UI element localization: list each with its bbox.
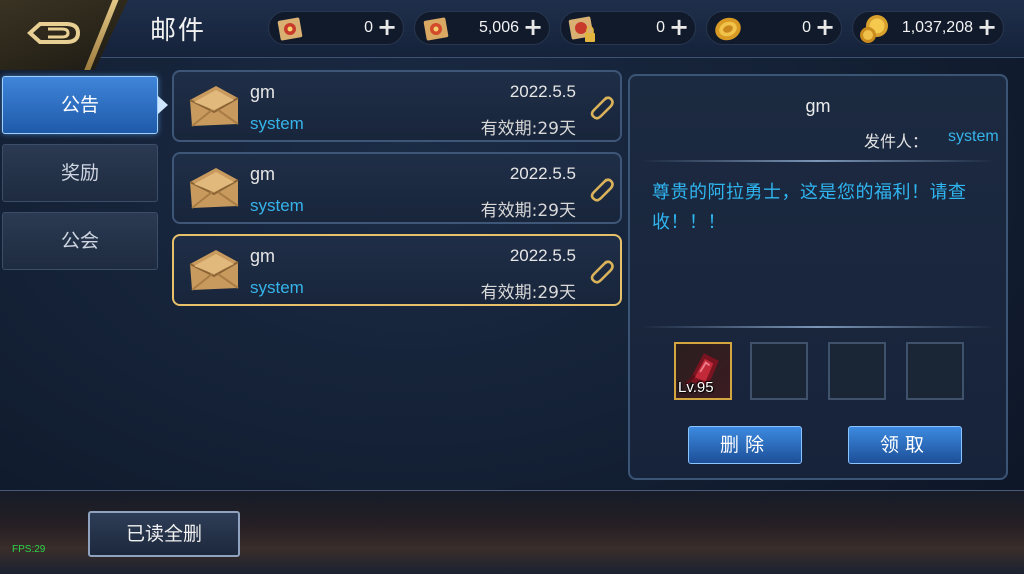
- gold-coins-stack-icon: [860, 15, 888, 43]
- scroll-locked-icon: [568, 16, 595, 42]
- back-button[interactable]: [0, 0, 128, 70]
- add-currency-button[interactable]: +: [813, 15, 837, 40]
- delete-button[interactable]: 删除: [688, 426, 802, 464]
- envelope-icon: [189, 250, 239, 291]
- mail-body: 尊贵的阿拉勇士，这是您的福利！请查收！！！: [652, 182, 967, 233]
- mail-expiry: 有效期:29天: [480, 201, 576, 221]
- active-tab-pointer: [158, 96, 168, 114]
- page-title: 邮件: [150, 16, 207, 46]
- currency-amount: 1,037,208: [901, 19, 973, 36]
- currency-gold-stack: 1,037,208 +: [852, 11, 1004, 45]
- gold-coin-icon: [715, 17, 741, 41]
- mail-expiry: 有效期:29天: [480, 119, 576, 139]
- mail-expiry: 有效期:29天: [480, 283, 576, 303]
- tab-guild[interactable]: 公会: [2, 212, 158, 270]
- mail-sender: gm: [250, 246, 276, 266]
- add-currency-button[interactable]: +: [667, 15, 691, 40]
- mail-item[interactable]: gm system 2022.5.5 有效期:29天: [172, 70, 622, 142]
- mail-detail-panel: gm 发件人： system 尊贵的阿拉勇士，这是您的福利！请查收！！！ Lv.…: [628, 74, 1008, 480]
- mail-sender: gm: [250, 82, 276, 102]
- scroll-orange-icon: [423, 17, 449, 41]
- divider: [640, 326, 996, 328]
- tab-announcement[interactable]: 公告: [2, 76, 158, 134]
- paperclip-icon: [590, 178, 614, 202]
- delete-all-read-button[interactable]: 已读全删: [88, 511, 240, 557]
- attachment-slot[interactable]: Lv.95: [674, 342, 732, 400]
- back-arrow-icon: [27, 22, 81, 44]
- from-label: 发件人：: [864, 132, 929, 151]
- paperclip-icon: [590, 96, 614, 120]
- fps-counter: FPS:29: [12, 544, 46, 555]
- mail-date: 2022.5.5: [509, 164, 576, 183]
- mail-item[interactable]: gm system 2022.5.5 有效期:29天: [172, 152, 622, 224]
- tab-rewards[interactable]: 奖励: [2, 144, 158, 202]
- mail-date: 2022.5.5: [509, 246, 576, 265]
- from-value: system: [948, 128, 999, 145]
- attachment-slot-empty: [828, 342, 886, 400]
- currency-gold-coin: 0 +: [706, 11, 842, 45]
- currency-amount: 0: [802, 19, 811, 36]
- scroll-red-icon: [277, 17, 303, 41]
- mail-sender: gm: [250, 164, 276, 184]
- currency-amount: 0: [656, 19, 665, 36]
- envelope-icon: [189, 168, 239, 209]
- currency-red-scroll: 0 +: [268, 11, 404, 45]
- mail-date: 2022.5.5: [509, 82, 576, 101]
- envelope-icon: [189, 86, 239, 127]
- claim-button[interactable]: 领取: [848, 426, 962, 464]
- mail-subtitle: system: [250, 278, 304, 297]
- detail-sender: gm: [805, 96, 831, 116]
- currency-orange-scroll: 5,006 +: [414, 11, 550, 45]
- currency-locked-scroll: 0 +: [560, 11, 696, 45]
- mail-subtitle: system: [250, 114, 304, 133]
- mail-screen: 邮件 0 + 5,006 + 0 + 0 + 1,037,208 + 公告 奖励…: [0, 0, 1024, 574]
- add-currency-button[interactable]: +: [975, 15, 999, 40]
- mail-item-selected[interactable]: gm system 2022.5.5 有效期:29天: [172, 234, 622, 306]
- currency-amount: 0: [364, 19, 373, 36]
- divider: [640, 160, 996, 162]
- paperclip-icon: [590, 260, 614, 284]
- mail-subtitle: system: [250, 196, 304, 215]
- add-currency-button[interactable]: +: [521, 15, 545, 40]
- currency-amount: 5,006: [478, 19, 519, 36]
- add-currency-button[interactable]: +: [375, 15, 399, 40]
- attachment-slot-empty: [906, 342, 964, 400]
- attachment-slot-empty: [750, 342, 808, 400]
- item-level: Lv.95: [678, 379, 714, 396]
